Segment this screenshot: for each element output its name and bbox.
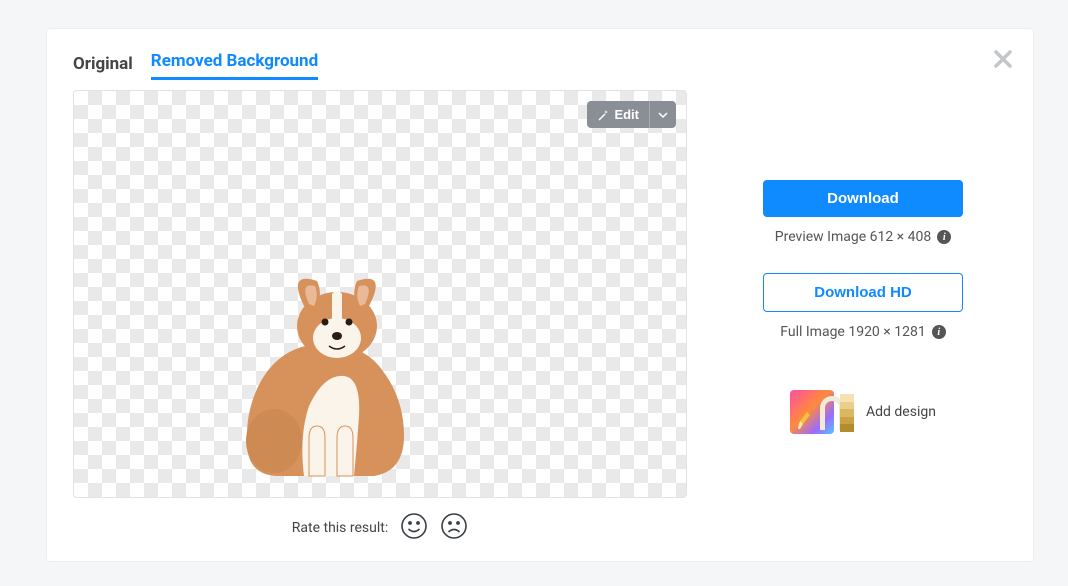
rate-good-button[interactable] (400, 512, 428, 543)
edit-button-group: Edit (587, 101, 676, 128)
design-templates-icon (790, 390, 854, 434)
info-icon[interactable]: i (932, 325, 946, 339)
result-card: Original Removed Background Edit (46, 28, 1034, 562)
rating-label: Rate this result: (292, 520, 388, 536)
smile-icon (400, 512, 428, 540)
left-column: Edit (73, 90, 687, 543)
download-hd-button[interactable]: Download HD (763, 273, 963, 312)
full-meta-line: Full Image 1920 × 1281 i (719, 324, 1007, 340)
close-icon (991, 47, 1015, 71)
chevron-down-icon (658, 110, 668, 120)
preview-meta-text: Preview Image 612 × 408 (775, 229, 931, 245)
tabs: Original Removed Background (47, 29, 1033, 80)
full-meta-text: Full Image 1920 × 1281 (780, 324, 925, 340)
preview-meta-line: Preview Image 612 × 408 i (719, 229, 1007, 245)
edit-button[interactable]: Edit (587, 101, 649, 128)
tab-removed-background[interactable]: Removed Background (151, 51, 318, 80)
right-column: Download Preview Image 612 × 408 i Downl… (719, 90, 1007, 543)
frown-icon (440, 512, 468, 540)
edit-dropdown-button[interactable] (649, 101, 676, 128)
result-subject-image (209, 266, 449, 491)
info-icon[interactable]: i (937, 230, 951, 244)
rating-row: Rate this result: (73, 512, 687, 543)
add-design-label: Add design (866, 404, 936, 420)
magic-wand-icon (597, 109, 609, 121)
download-button[interactable]: Download (763, 180, 963, 217)
content-row: Edit (47, 80, 1033, 543)
preview-canvas: Edit (73, 90, 687, 498)
add-design-button[interactable]: Add design (719, 390, 1007, 434)
edit-button-label: Edit (614, 107, 639, 122)
close-button[interactable] (991, 47, 1015, 71)
tab-original[interactable]: Original (73, 54, 133, 80)
rate-bad-button[interactable] (440, 512, 468, 543)
